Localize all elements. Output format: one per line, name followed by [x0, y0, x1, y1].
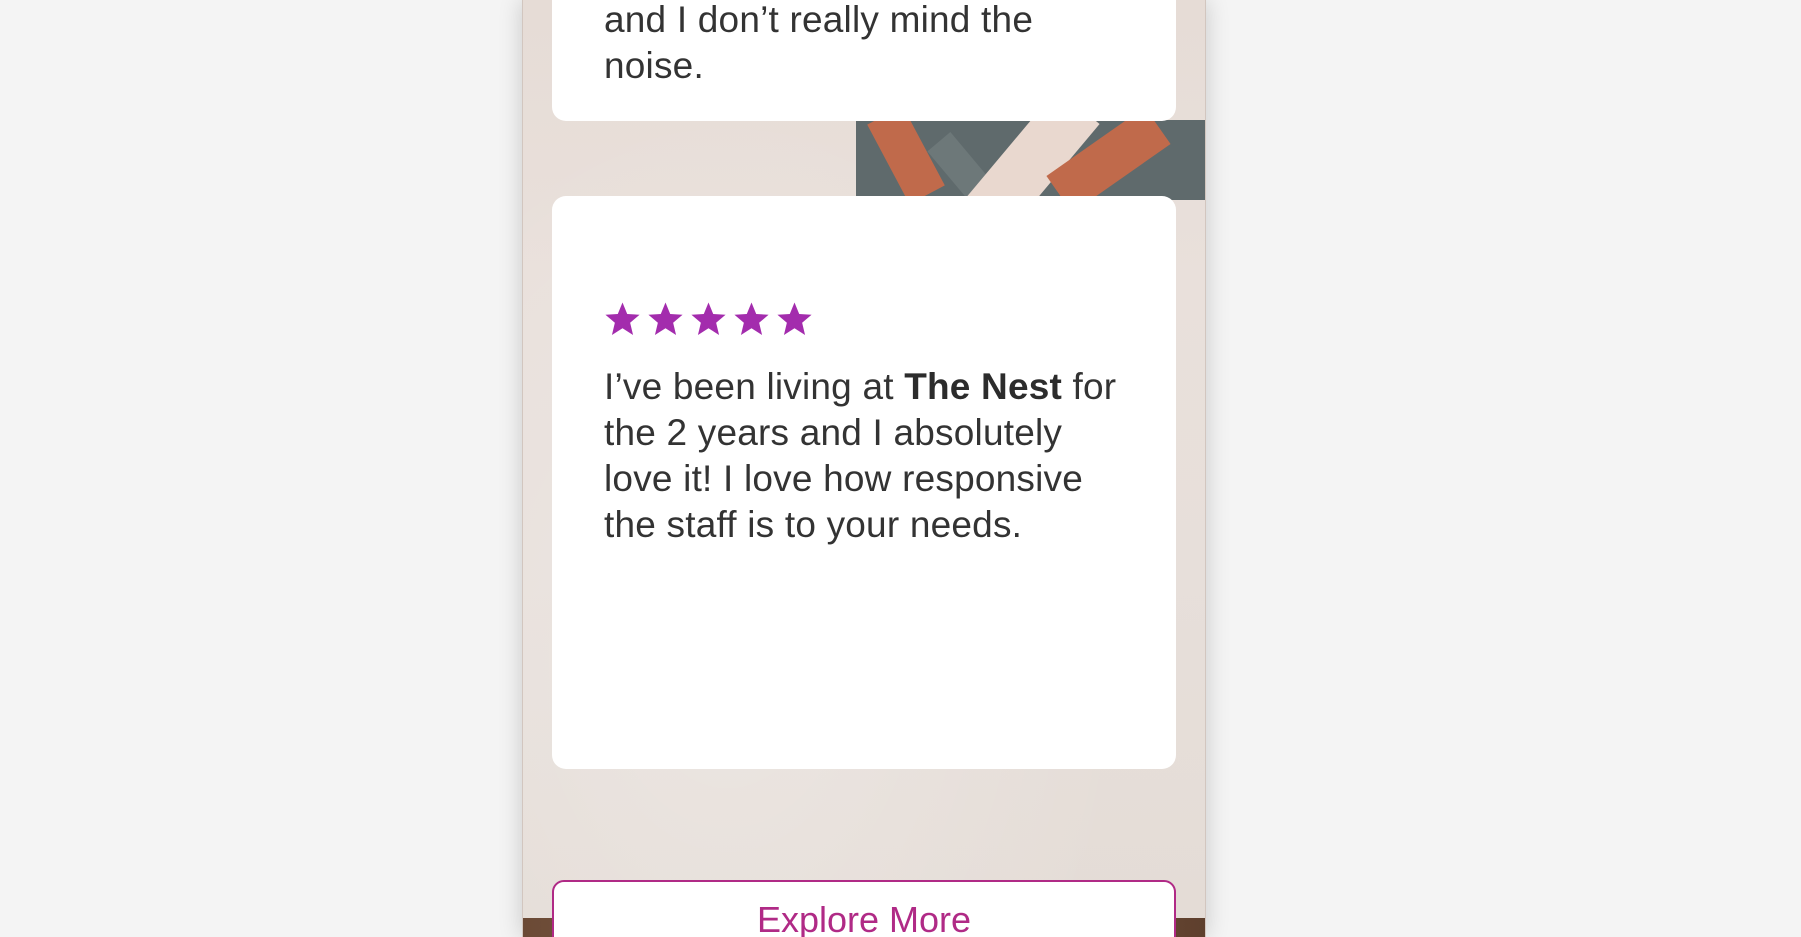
review-text-content: and I don’t really mind the noise.: [604, 0, 1034, 86]
star-icon: [691, 302, 726, 335]
review-card: and I don’t really mind the noise.: [552, 0, 1176, 121]
review-text-before: I’ve been living at: [604, 366, 905, 407]
star-icon: [605, 302, 640, 335]
review-text: I’ve been living at The Nest for the 2 y…: [604, 364, 1132, 548]
star-icon: [734, 302, 769, 335]
property-name: The Nest: [904, 366, 1063, 407]
star-rating: [603, 300, 814, 339]
explore-more-button[interactable]: Explore More: [552, 880, 1176, 937]
star-icon: [777, 302, 812, 335]
review-text: and I don’t really mind the noise.: [604, 0, 1132, 89]
background-artwork: [856, 120, 1205, 200]
star-icon: [648, 302, 683, 335]
review-card: I’ve been living at The Nest for the 2 y…: [552, 196, 1176, 769]
mobile-viewport: and I don’t really mind the noise. I’ve …: [522, 0, 1206, 937]
